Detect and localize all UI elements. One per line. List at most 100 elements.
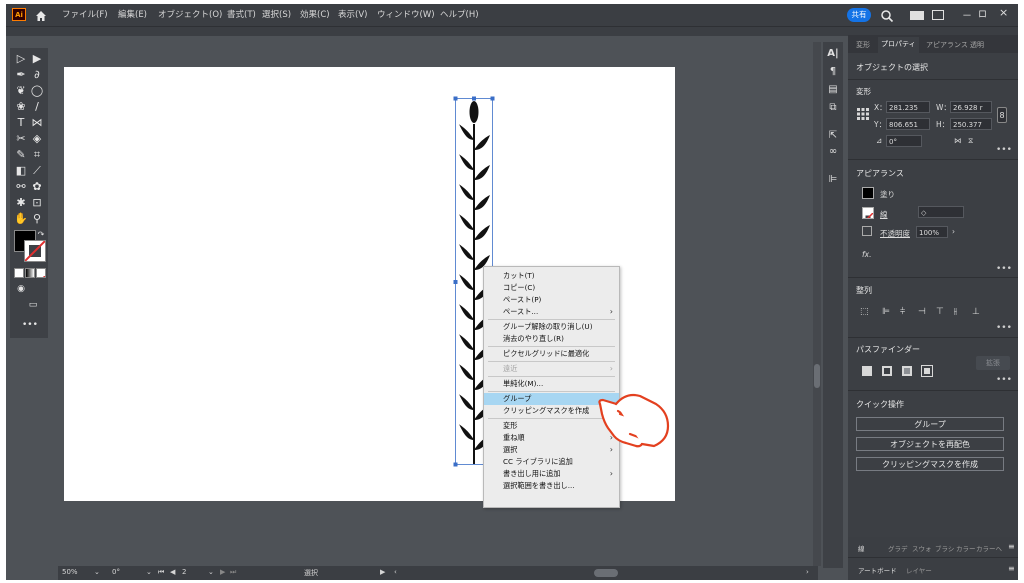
tab-layers[interactable]: レイヤー [906, 565, 932, 575]
next-artboard-icon[interactable]: ▶ [220, 568, 225, 576]
shaper-tool-icon[interactable]: ❀ [14, 100, 28, 114]
tab-brushes[interactable]: ブラシ [935, 543, 954, 553]
context-menu-item[interactable]: 消去のやり直し(R) [484, 333, 619, 345]
group-button[interactable]: グループ [856, 417, 1004, 431]
direct-selection-tool-icon[interactable]: ▶ [30, 52, 44, 66]
stroke-weight-field[interactable]: ◇ [918, 206, 964, 218]
width-tool-icon[interactable]: ◈ [30, 132, 44, 146]
scroll-right-icon[interactable]: › [806, 568, 809, 576]
paragraph-panel-icon[interactable]: ¶ [826, 66, 840, 78]
tab-transform[interactable]: 変形 [856, 40, 870, 50]
context-menu-item[interactable]: 単純化(M)... [484, 378, 619, 390]
mesh-tool-icon[interactable]: ⟋ [30, 164, 44, 178]
tab-artboards[interactable]: アートボード [858, 565, 897, 575]
minimize-button[interactable]: － [962, 7, 972, 22]
links-panel-icon[interactable]: ∞ [826, 146, 840, 158]
align-to-icon[interactable]: ⬚ [860, 307, 869, 317]
type-tool-icon[interactable]: T [14, 116, 28, 130]
scissors-tool-icon[interactable]: ✂ [14, 132, 28, 146]
close-button[interactable]: × [999, 6, 1008, 19]
align-bottom-icon[interactable]: ⊥ [972, 307, 980, 317]
align-middle-icon[interactable]: ⫲ [954, 307, 957, 317]
context-menu-item[interactable]: ペースト... › [484, 306, 619, 318]
status-arrow-icon[interactable]: ▶ [380, 568, 385, 576]
search-icon[interactable] [880, 8, 894, 23]
align-top-icon[interactable]: ⊤ [936, 307, 944, 317]
align-left-icon[interactable]: ⊫ [882, 307, 890, 317]
menu-help[interactable]: ヘルプ(H) [440, 8, 479, 20]
layers-panel-icon[interactable]: ▤ [826, 84, 840, 96]
h-field[interactable]: 250.377 [950, 118, 992, 130]
align-panel-icon[interactable]: ⊫ [826, 174, 840, 186]
hand-tool-icon[interactable]: ✋ [14, 212, 28, 226]
fill-color-swatch[interactable] [862, 187, 874, 199]
minus-front-icon[interactable] [882, 366, 892, 376]
tab-gradient[interactable]: グラデ [888, 543, 908, 553]
eyedropper-tool-icon[interactable]: ✎ [14, 148, 28, 162]
share-button[interactable]: 共有 [847, 8, 871, 22]
libraries-panel-icon[interactable]: ⧉ [826, 102, 840, 114]
opacity-arrow-icon[interactable]: › [952, 227, 955, 236]
align-right-icon[interactable]: ⊣ [918, 307, 926, 317]
color-mode-icon[interactable] [14, 268, 24, 278]
selection-tool-icon[interactable]: ▷ [14, 52, 28, 66]
x-field[interactable]: 281.235 [886, 101, 930, 113]
menu-view[interactable]: 表示(V) [338, 8, 367, 20]
make-clipping-mask-button[interactable]: クリッピングマスクを作成 [856, 457, 1004, 471]
rotation-level[interactable]: 0° [112, 568, 120, 576]
rotate-field[interactable]: 0° [886, 135, 922, 147]
rotation-dropdown-icon[interactable]: ⌄ [146, 568, 152, 576]
recolor-artwork-button[interactable]: オブジェクトを再配色 [856, 437, 1004, 451]
stroke-color-swatch[interactable] [862, 207, 874, 219]
screen-mode-icon[interactable]: ▭ [26, 298, 40, 312]
last-artboard-icon[interactable]: ⏭ [230, 568, 236, 577]
w-field[interactable]: 26.928 r [950, 101, 992, 113]
menu-edit[interactable]: 編集(E) [118, 8, 147, 20]
stroke-swatch[interactable] [24, 240, 46, 262]
tab-color-guide[interactable]: カラーヘ [976, 543, 1002, 553]
home-icon[interactable] [34, 8, 48, 22]
zoom-level[interactable]: 50% [62, 568, 78, 576]
symbol-sprayer-icon[interactable]: ✿ [30, 180, 44, 194]
artboard-tool-icon[interactable]: ⊡ [30, 196, 44, 210]
tab-stroke[interactable]: 線 [858, 543, 865, 553]
context-menu-item[interactable]: コピー(C) [484, 282, 619, 294]
none-mode-icon[interactable] [36, 268, 46, 278]
tab-appearance[interactable]: アピアランス [926, 40, 968, 50]
menu-select[interactable]: 選択(S) [262, 8, 291, 20]
menu-type[interactable]: 書式(T) [227, 8, 256, 20]
character-panel-icon[interactable]: A| [826, 48, 840, 60]
appearance-more-icon[interactable]: ••• [996, 264, 1012, 274]
transform-more-icon[interactable]: ••• [996, 145, 1012, 155]
exclude-icon[interactable] [921, 365, 933, 377]
swap-colors-icon[interactable]: ↷ [34, 228, 48, 242]
arrange-icon[interactable] [932, 10, 944, 20]
blob-brush-icon[interactable]: ❦ [14, 84, 28, 98]
tab-color[interactable]: カラー [956, 543, 976, 553]
expand-button[interactable]: 拡張 [976, 356, 1010, 370]
gradient-mode-icon[interactable] [25, 268, 35, 278]
context-menu-item[interactable]: ピクセルグリッドに最適化 [484, 348, 619, 360]
opacity-field[interactable]: 100% [916, 226, 948, 238]
fx-button[interactable]: fx. [862, 250, 871, 259]
menu-window[interactable]: ウィンドウ(W) [377, 8, 435, 20]
more-tools-icon[interactable]: ••• [22, 318, 38, 332]
blend-tool-icon[interactable]: ⚯ [14, 180, 28, 194]
gradient-tool-icon[interactable]: ◧ [14, 164, 28, 178]
workspace-icon[interactable] [910, 11, 924, 20]
intersect-icon[interactable] [902, 366, 912, 376]
context-menu-item[interactable]: 選択範囲を書き出し... [484, 480, 619, 492]
tab-swatches[interactable]: スウォ [912, 543, 932, 553]
context-menu-item[interactable]: 書き出し用に追加 › [484, 468, 619, 480]
scroll-left-icon[interactable]: ‹ [394, 568, 397, 576]
horizontal-scroll-thumb[interactable] [594, 569, 618, 577]
ellipse-tool-icon[interactable]: ◯ [30, 84, 44, 98]
flip-vertical-icon[interactable]: ⧖ [968, 136, 973, 146]
pencil-tool-icon[interactable]: / [30, 100, 44, 114]
export-panel-icon[interactable]: ⇱ [826, 130, 840, 142]
context-menu-item[interactable]: カット(T) [484, 270, 619, 282]
menu-file[interactable]: ファイル(F) [62, 8, 108, 20]
constrain-proportions-icon[interactable]: 8 [997, 107, 1007, 123]
zoom-tool-icon[interactable]: ⚲ [30, 212, 44, 226]
tab-transparency[interactable]: 透明 [970, 40, 984, 50]
